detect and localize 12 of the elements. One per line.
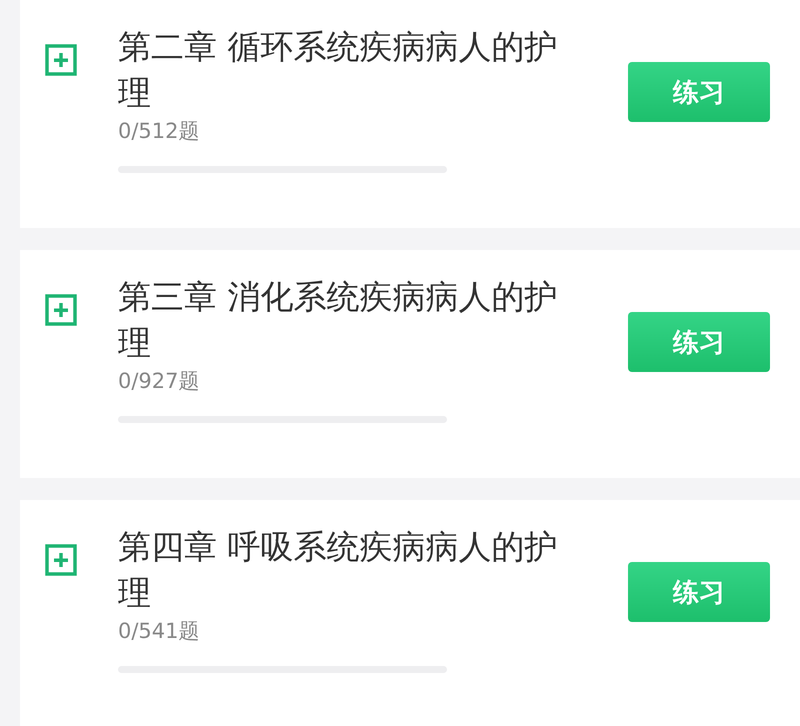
expand-plus-icon[interactable] [45,294,77,326]
question-count: 0/927题 [118,368,201,395]
question-count: 0/541题 [118,618,201,645]
chapter-title: 第二章 循环系统疾病病人的护理 [118,26,558,114]
practice-button[interactable]: 练习 [628,562,770,622]
question-count: 0/512题 [118,118,201,145]
practice-button[interactable]: 练习 [628,312,770,372]
chapter-title: 第四章 呼吸系统疾病病人的护理 [118,526,558,614]
practice-button[interactable]: 练习 [628,62,770,122]
expand-plus-icon[interactable] [45,44,77,76]
chapter-title: 第三章 消化系统疾病病人的护理 [118,276,558,364]
expand-plus-icon[interactable] [45,544,77,576]
